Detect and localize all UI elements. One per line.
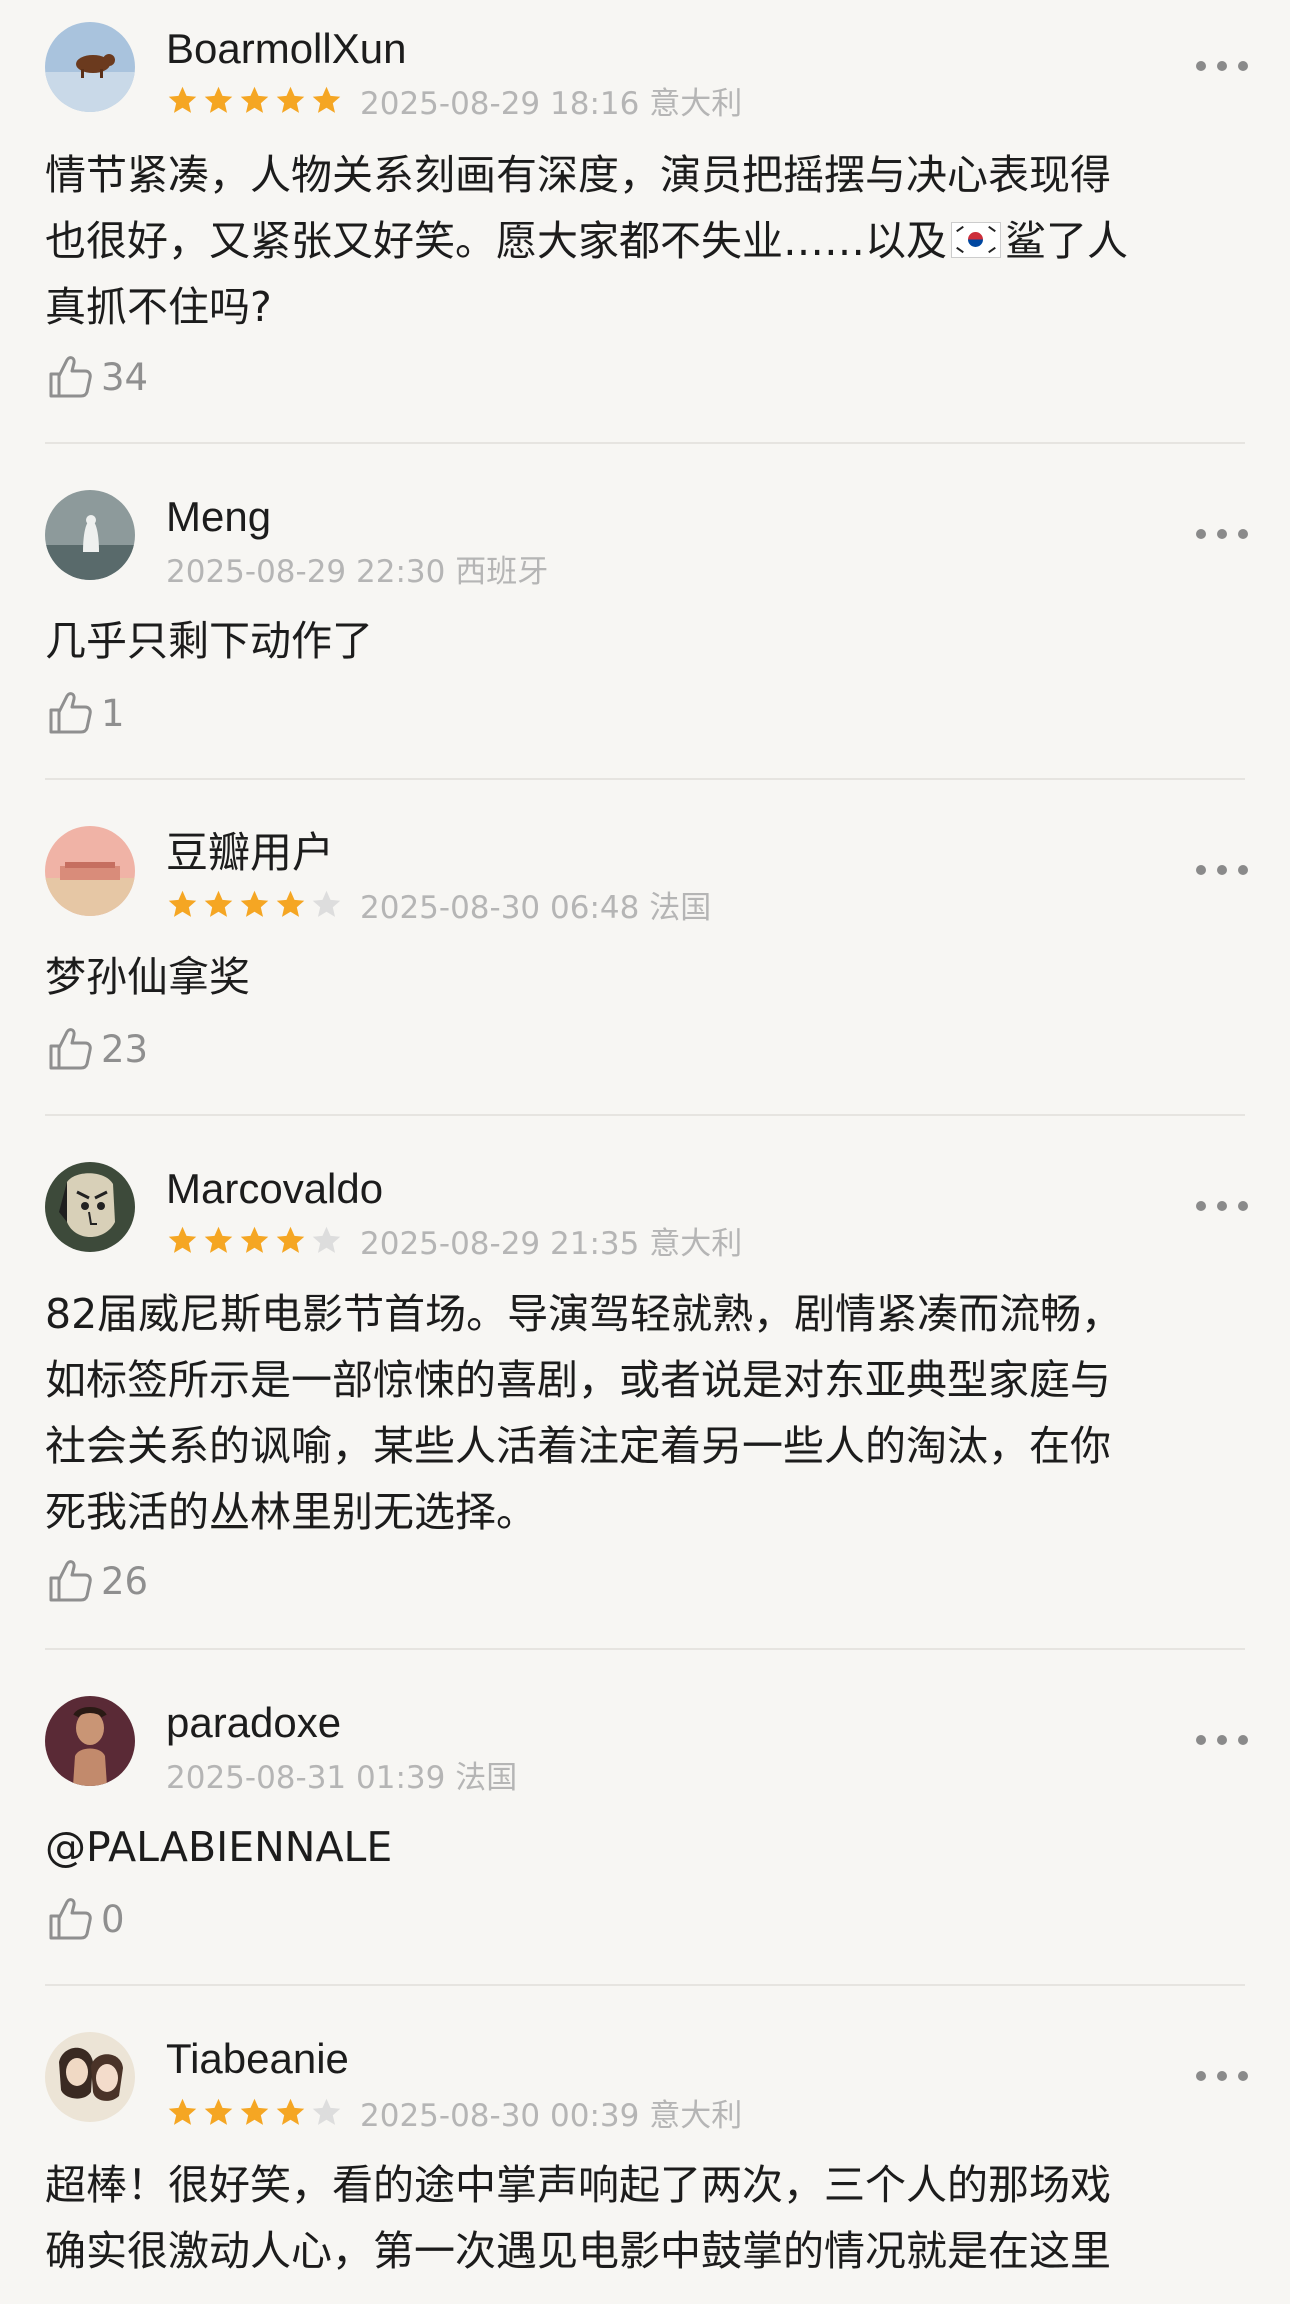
avatar[interactable] — [45, 1696, 135, 1786]
review-meta: 2025-08-29 18:16 意大利 — [166, 80, 743, 122]
review-line: 情节紧凑，人物关系刻画有深度，演员把摇摆与决心表现得 — [45, 151, 1111, 199]
review-line: 几乎只剩下动作了 — [45, 617, 373, 665]
star-filled-icon — [276, 1226, 305, 1253]
more-options-button[interactable] — [1196, 1730, 1248, 1750]
rating-stars — [166, 888, 346, 921]
location: 意大利 — [649, 1225, 743, 1262]
like-count: 0 — [101, 1897, 125, 1941]
location: 意大利 — [649, 2097, 743, 2134]
star-filled-icon — [240, 890, 269, 917]
more-options-button[interactable] — [1196, 56, 1248, 76]
timestamp: 2025-08-29 22:30 西班牙 — [166, 553, 549, 590]
review-text: @PALABIENNALE — [45, 1814, 1245, 1880]
review-line: 也很好，又紧张又好笑。愿大家都不失业……以及 鲨了人 — [45, 217, 1128, 265]
divider — [45, 442, 1245, 444]
star-filled-icon — [204, 2098, 233, 2125]
rating-stars — [166, 2096, 346, 2129]
more-options-button[interactable] — [1196, 524, 1248, 544]
like-button[interactable]: 26 — [45, 1556, 148, 1606]
review-meta: 2025-08-30 00:39 意大利 — [166, 2092, 743, 2134]
divider — [45, 1648, 1245, 1650]
timestamp: 2025-08-30 06:48 法国 — [360, 889, 712, 926]
star-empty-icon — [312, 1226, 341, 1253]
like-count: 23 — [101, 1027, 149, 1071]
star-filled-icon — [204, 890, 233, 917]
review-line: 死我活的丛林里别无选择。 — [45, 1488, 537, 1536]
star-filled-icon — [276, 890, 305, 917]
like-button[interactable]: 0 — [45, 1894, 125, 1944]
timestamp: 2025-08-31 01:39 法国 — [166, 1759, 518, 1796]
username[interactable]: paradoxe — [166, 1698, 341, 1748]
star-filled-icon — [204, 1226, 233, 1253]
thumbs-up-icon — [49, 1028, 92, 1070]
divider — [45, 778, 1245, 780]
username[interactable]: BoarmollXun — [166, 24, 406, 74]
review-line: 社会关系的讽喻，某些人活着注定着另一些人的淘汰，在你 — [45, 1422, 1111, 1470]
star-filled-icon — [240, 2098, 269, 2125]
divider — [45, 1114, 1245, 1116]
review-text: 82届威尼斯电影节首场。导演驾轻就熟，剧情紧凑而流畅， 如标签所示是一部惊悚的喜… — [45, 1281, 1245, 1545]
username[interactable]: Meng — [166, 492, 271, 542]
like-button[interactable]: 23 — [45, 1024, 148, 1074]
username[interactable]: 豆瓣用户 — [166, 828, 334, 878]
divider — [45, 1984, 1245, 1986]
avatar[interactable] — [45, 826, 135, 916]
review-text: 超棒！很好笑，看的途中掌声响起了两次，三个人的那场戏 确实很激动人心，第一次遇见… — [45, 2152, 1245, 2284]
thumbs-up-icon — [49, 356, 92, 398]
timestamp: 2025-08-29 21:35 意大利 — [360, 1225, 743, 1262]
review-meta: 2025-08-29 22:30 西班牙 — [166, 548, 549, 590]
review-text: 几乎只剩下动作了 — [45, 608, 1245, 674]
review-line: 如标签所示是一部惊悚的喜剧，或者说是对东亚典型家庭与 — [45, 1356, 1111, 1404]
rating-stars — [166, 84, 346, 117]
like-count: 34 — [101, 355, 149, 399]
review-line: 超棒！很好笑，看的途中掌声响起了两次，三个人的那场戏 — [45, 2161, 1111, 2209]
location: 法国 — [455, 1759, 518, 1796]
thumbs-up-icon — [49, 1560, 92, 1602]
review-meta: 2025-08-29 21:35 意大利 — [166, 1220, 743, 1262]
timestamp: 2025-08-29 18:16 意大利 — [360, 85, 743, 122]
star-filled-icon — [276, 2098, 305, 2125]
thumbs-up-icon — [49, 692, 92, 734]
more-options-button[interactable] — [1196, 1196, 1248, 1216]
username[interactable]: Marcovaldo — [166, 1164, 383, 1214]
location: 法国 — [649, 889, 712, 926]
like-button[interactable]: 34 — [45, 352, 148, 402]
star-filled-icon — [204, 86, 233, 113]
review-line: 82届威尼斯电影节首场。导演驾轻就熟，剧情紧凑而流畅， — [45, 1290, 1123, 1338]
location: 意大利 — [649, 85, 743, 122]
star-filled-icon — [240, 1226, 269, 1253]
avatar[interactable] — [45, 1162, 135, 1252]
star-empty-icon — [312, 890, 341, 917]
like-count: 26 — [101, 1559, 149, 1603]
avatar[interactable] — [45, 2032, 135, 2122]
like-count: 1 — [101, 691, 125, 735]
more-options-button[interactable] — [1196, 2066, 1248, 2086]
star-filled-icon — [168, 2098, 197, 2125]
review-line: 真抓不住吗? — [45, 283, 272, 331]
review-text: 梦孙仙拿奖 — [45, 944, 1245, 1010]
star-filled-icon — [168, 1226, 197, 1253]
more-options-button[interactable] — [1196, 860, 1248, 880]
review-line: 梦孙仙拿奖 — [45, 953, 250, 1001]
review-line: 确实很激动人心，第一次遇见电影中鼓掌的情况就是在这里 — [45, 2227, 1111, 2275]
like-button[interactable]: 1 — [45, 688, 125, 738]
korea-flag-icon — [951, 222, 1001, 258]
star-filled-icon — [168, 86, 197, 113]
star-empty-icon — [312, 2098, 341, 2125]
star-filled-icon — [312, 86, 341, 113]
review-meta: 2025-08-31 01:39 法国 — [166, 1754, 518, 1796]
avatar[interactable] — [45, 22, 135, 112]
review-meta: 2025-08-30 06:48 法国 — [166, 884, 712, 926]
timestamp: 2025-08-30 00:39 意大利 — [360, 2097, 743, 2134]
star-filled-icon — [168, 890, 197, 917]
username[interactable]: Tiabeanie — [166, 2034, 349, 2084]
review-text: 情节紧凑，人物关系刻画有深度，演员把摇摆与决心表现得 也很好，又紧张又好笑。愿大… — [45, 142, 1245, 340]
avatar[interactable] — [45, 490, 135, 580]
rating-stars — [166, 1224, 346, 1257]
thumbs-up-icon — [49, 1898, 92, 1940]
star-filled-icon — [240, 86, 269, 113]
star-filled-icon — [276, 86, 305, 113]
review-line: @PALABIENNALE — [45, 1823, 393, 1871]
location: 西班牙 — [455, 553, 549, 590]
